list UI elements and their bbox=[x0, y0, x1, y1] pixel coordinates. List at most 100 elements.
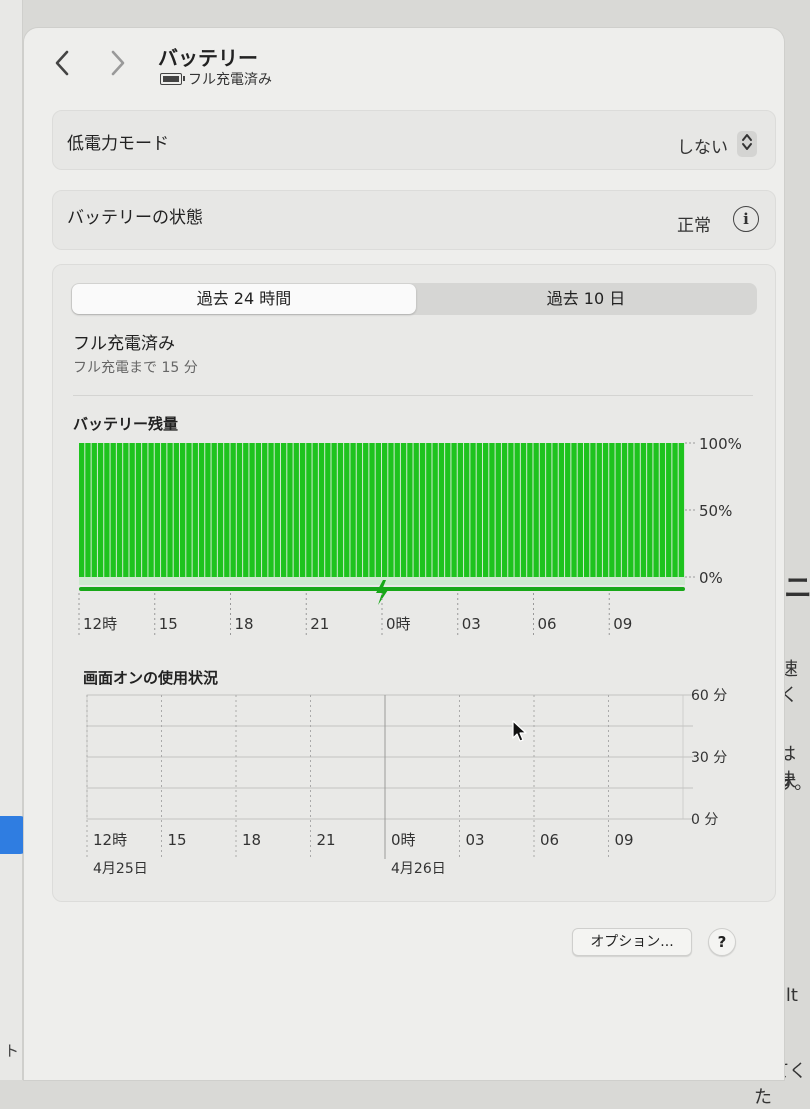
x-tick-label: 09 bbox=[613, 615, 632, 633]
tab-label: 過去 24 時間 bbox=[196, 289, 292, 308]
y-tick-label: 50% bbox=[699, 502, 732, 520]
battery-bar bbox=[369, 443, 375, 577]
sidebar-selected-item[interactable] bbox=[0, 816, 27, 854]
x-tick-label: 03 bbox=[466, 831, 485, 849]
date-label: 4月26日 bbox=[391, 861, 446, 877]
battery-bar bbox=[602, 443, 609, 577]
battery-bar bbox=[457, 443, 464, 577]
x-tick-label: 18 bbox=[235, 615, 254, 633]
battery-bar bbox=[154, 443, 161, 577]
battery-bar bbox=[489, 443, 495, 577]
battery-bar bbox=[483, 443, 489, 577]
page-title: バッテリー bbox=[158, 46, 258, 70]
options-button[interactable]: オプション... bbox=[572, 928, 692, 956]
battery-bar bbox=[577, 443, 583, 577]
x-tick-label: 12時 bbox=[83, 615, 117, 633]
low-power-mode-label: 低電力モード bbox=[67, 134, 169, 154]
low-power-mode-value[interactable]: しない bbox=[677, 133, 728, 158]
back-button[interactable] bbox=[54, 50, 70, 82]
battery-bar bbox=[400, 443, 407, 577]
battery-bar bbox=[180, 443, 186, 577]
tab-last-10-days[interactable]: 過去 10 日 bbox=[416, 284, 756, 314]
battery-bar bbox=[426, 443, 432, 577]
battery-bar bbox=[647, 443, 653, 577]
battery-bar bbox=[571, 443, 577, 577]
battery-bar bbox=[552, 443, 558, 577]
mouse-cursor-icon bbox=[512, 720, 527, 742]
battery-bar bbox=[514, 443, 520, 577]
battery-bar bbox=[495, 443, 501, 577]
forward-button[interactable] bbox=[110, 50, 126, 82]
battery-icon bbox=[160, 73, 185, 85]
battery-bar bbox=[394, 443, 400, 577]
tab-last-24-hours[interactable]: 過去 24 時間 bbox=[72, 284, 416, 314]
battery-bar bbox=[306, 443, 312, 577]
battery-bar bbox=[546, 443, 552, 577]
y-tick-label: 0% bbox=[699, 569, 723, 587]
battery-bar bbox=[445, 443, 451, 577]
battery-bar bbox=[293, 443, 299, 577]
battery-bar bbox=[192, 443, 198, 577]
battery-bar bbox=[672, 443, 678, 577]
battery-bar bbox=[413, 443, 419, 577]
battery-bar bbox=[312, 443, 318, 577]
battery-bar bbox=[211, 443, 217, 577]
battery-bar bbox=[363, 443, 369, 577]
time-range-segmented-control: 過去 24 時間 過去 10 日 bbox=[71, 283, 757, 315]
battery-bar bbox=[451, 443, 457, 577]
screen-usage-chart: 60 分 30 分 0 分 12時 15 18 21 0時 03 06 09 4月25日 4月26日 bbox=[86, 688, 727, 877]
battery-bar bbox=[350, 443, 356, 577]
battery-bar bbox=[634, 443, 640, 577]
battery-bar bbox=[205, 443, 211, 577]
battery-bar bbox=[217, 443, 224, 577]
low-power-mode-row: 低電力モード しない bbox=[52, 110, 776, 170]
page-subtitle: フル充電済み bbox=[160, 69, 272, 89]
x-tick-label: 15 bbox=[168, 831, 187, 849]
battery-bar bbox=[110, 443, 116, 577]
battery-bar bbox=[470, 443, 476, 577]
battery-health-row: バッテリーの状態 正常 i bbox=[52, 190, 776, 250]
tab-label: 過去 10 日 bbox=[546, 289, 626, 308]
divider bbox=[73, 395, 753, 396]
battery-bar bbox=[464, 443, 470, 577]
x-tick-label: 12時 bbox=[93, 831, 127, 849]
charge-time-remaining: フル充電まで 15 分 bbox=[73, 360, 198, 376]
battery-bar bbox=[590, 443, 596, 577]
x-tick-label: 0時 bbox=[386, 615, 411, 633]
chevron-right-icon bbox=[111, 50, 125, 76]
help-button[interactable]: ? bbox=[708, 928, 736, 956]
battery-bar bbox=[659, 443, 666, 577]
battery-bar bbox=[318, 443, 325, 577]
battery-bar bbox=[356, 443, 363, 577]
x-tick-label: 06 bbox=[540, 831, 559, 849]
battery-bar bbox=[337, 443, 344, 577]
settings-window: バッテリー フル充電済み 低電力モード しない バッテリーの状態 正常 i 過去… bbox=[24, 28, 784, 1080]
y-tick-label: 60 分 bbox=[691, 688, 727, 704]
battery-bar bbox=[161, 443, 167, 577]
battery-bar bbox=[123, 443, 129, 577]
battery-bar bbox=[104, 443, 110, 577]
battery-bar bbox=[596, 443, 602, 577]
battery-bar bbox=[527, 443, 533, 577]
battery-bar bbox=[262, 443, 268, 577]
battery-bar bbox=[407, 443, 413, 577]
low-power-mode-stepper[interactable] bbox=[737, 131, 757, 157]
info-icon[interactable]: i bbox=[733, 206, 759, 232]
battery-bar bbox=[255, 443, 262, 577]
y-tick-label: 30 分 bbox=[691, 750, 727, 766]
battery-bar bbox=[287, 443, 293, 577]
battery-bar bbox=[281, 443, 287, 577]
battery-bar bbox=[344, 443, 350, 577]
battery-bar bbox=[584, 443, 590, 577]
x-tick-label: 03 bbox=[462, 615, 481, 633]
battery-bar bbox=[388, 443, 394, 577]
battery-bar bbox=[609, 443, 615, 577]
x-tick-label: 09 bbox=[615, 831, 634, 849]
battery-bar bbox=[331, 443, 337, 577]
battery-bar bbox=[243, 443, 249, 577]
battery-bar bbox=[375, 443, 381, 577]
battery-bar bbox=[249, 443, 255, 577]
battery-bar bbox=[382, 443, 388, 577]
battery-bar bbox=[142, 443, 148, 577]
battery-bar bbox=[230, 443, 236, 577]
